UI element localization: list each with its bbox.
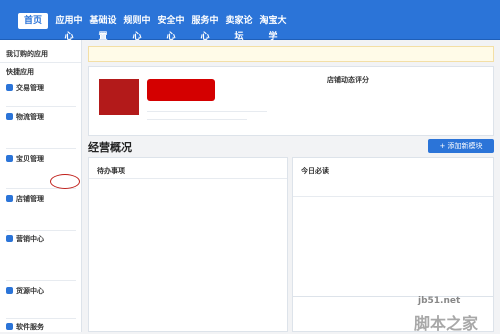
section-store-label: 店铺管理 <box>16 195 44 203</box>
section-goods-label: 宝贝管理 <box>16 155 44 163</box>
nav-apps[interactable]: 应用中心 <box>52 13 86 42</box>
sourcing-icon <box>6 287 13 294</box>
overview-title: 经营概况 <box>88 141 132 154</box>
todo-card: 待办事项 <box>88 157 288 332</box>
nav-rules[interactable]: 规则中心 <box>120 13 154 42</box>
divider <box>6 106 76 107</box>
nav-security[interactable]: 安全中心 <box>154 13 188 42</box>
add-module-button[interactable]: + 添加新模块 <box>428 139 494 153</box>
redacted-store-name <box>147 79 215 101</box>
my-apps-link[interactable]: 我订购的应用 <box>6 49 76 59</box>
divider <box>6 280 76 281</box>
main-content: 店铺动态评分 经营概况 + 添加新模块 待办事项 今日必读 jb51.net 脚… <box>82 40 500 333</box>
software-icon <box>6 323 13 330</box>
divider <box>293 296 493 297</box>
store-card: 店铺动态评分 <box>88 66 494 136</box>
section-software-label: 软件服务 <box>16 323 44 331</box>
divider <box>0 62 81 63</box>
divider <box>147 119 247 120</box>
divider <box>6 148 76 149</box>
quick-apps-heading: 快捷应用 <box>6 68 34 76</box>
section-goods[interactable]: 宝贝管理 <box>6 154 76 164</box>
divider <box>147 111 267 112</box>
notice-bar <box>88 46 494 62</box>
watermark-brand: 脚本之家 <box>414 314 479 333</box>
divider <box>6 318 76 319</box>
divider <box>293 196 493 197</box>
goods-icon <box>6 155 13 162</box>
section-software[interactable]: 软件服务 <box>6 322 76 332</box>
section-logistics[interactable]: 物流管理 <box>6 112 76 122</box>
section-sourcing-label: 货源中心 <box>16 287 44 295</box>
dsr-title: 店铺动态评分 <box>327 76 369 84</box>
watermark-site: jb51.net <box>418 296 461 306</box>
section-trade[interactable]: 交易管理 <box>6 83 76 93</box>
nav-basic-settings[interactable]: 基础设置 <box>86 13 120 42</box>
section-logistics-label: 物流管理 <box>16 113 44 121</box>
highlight-circle <box>50 174 80 189</box>
section-marketing-label: 营销中心 <box>16 235 44 243</box>
section-store[interactable]: 店铺管理 <box>6 194 76 204</box>
store-icon <box>6 195 13 202</box>
todo-title: 待办事项 <box>97 167 125 175</box>
today-read-card: 今日必读 <box>292 157 494 332</box>
section-marketing[interactable]: 营销中心 <box>6 234 76 244</box>
marketing-icon <box>6 235 13 242</box>
trade-icon <box>6 84 13 91</box>
divider <box>6 230 76 231</box>
nav-home[interactable]: 首页 <box>18 13 48 29</box>
section-sourcing[interactable]: 货源中心 <box>6 286 76 296</box>
top-navigation: 首页 应用中心 基础设置 规则中心 安全中心 服务中心 卖家论坛 淘宝大学 <box>0 0 500 42</box>
nav-forum[interactable]: 卖家论坛 <box>222 13 256 42</box>
nav-service[interactable]: 服务中心 <box>188 13 222 42</box>
section-trade-label: 交易管理 <box>16 84 44 92</box>
divider <box>89 178 287 179</box>
store-logo <box>99 79 139 115</box>
nav-university[interactable]: 淘宝大学 <box>256 13 290 42</box>
sidebar: 我订购的应用 快捷应用 交易管理 物流管理 宝贝管理 店铺管理 营销中心 货源中… <box>0 40 82 332</box>
logistics-icon <box>6 113 13 120</box>
today-read-title: 今日必读 <box>301 167 329 175</box>
